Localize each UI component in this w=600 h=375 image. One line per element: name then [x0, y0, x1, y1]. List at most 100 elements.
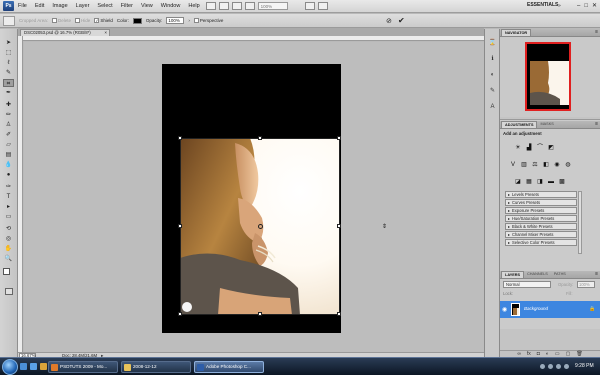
color-swatches[interactable] [3, 268, 15, 280]
minimize-button[interactable]: – [577, 2, 580, 10]
menu-image[interactable]: Image [48, 3, 71, 9]
list-item[interactable]: ▸ Curves Presets [505, 199, 577, 206]
taskbar-window-psdtuts[interactable]: PSDTUTS 2009 - Mo... [48, 361, 118, 373]
vibrance-icon[interactable]: V [509, 162, 517, 169]
quick-mask-icon[interactable] [5, 288, 13, 295]
menu-layer[interactable]: Layer [72, 3, 94, 9]
color-balance-icon[interactable]: ⚖ [531, 162, 539, 169]
show-desktop-icon[interactable] [20, 363, 27, 370]
list-item[interactable]: ▸ Levels Presets [505, 191, 577, 198]
presets-scrollbar[interactable] [578, 191, 582, 254]
crop-handle-top[interactable] [258, 136, 262, 140]
taskbar-clock[interactable]: 9:28 PM [575, 363, 594, 369]
zoom-level-select[interactable]: 100% [257, 2, 288, 10]
battery-icon[interactable] [564, 364, 569, 369]
layer-name[interactable]: Background [524, 306, 548, 311]
tab-channels[interactable]: CHANNELS [524, 271, 551, 278]
hand-tool-icon[interactable]: ✋ [3, 245, 14, 253]
launch-minibridge-icon[interactable] [218, 2, 229, 10]
layer-row-background[interactable]: ◉ Background 🔒 [500, 301, 600, 318]
gradient-map-icon[interactable]: ▬ [547, 179, 555, 186]
hue-saturation-icon[interactable]: ▥ [520, 162, 528, 169]
list-item[interactable]: ▸ Hue/Saturation Presets [505, 215, 577, 222]
move-tool-icon[interactable]: ➤ [3, 39, 14, 47]
menu-view[interactable]: View [137, 3, 157, 9]
shape-tool-icon[interactable]: ▭ [3, 213, 14, 221]
quick-selection-tool-icon[interactable]: ✎ [3, 69, 14, 77]
panel-menu-icon[interactable]: ≡ [595, 121, 598, 128]
crop-handle-bottom-right[interactable] [337, 312, 341, 316]
list-item[interactable]: ▸ Black & White Presets [505, 223, 577, 230]
panel-menu-icon[interactable]: ≡ [595, 29, 598, 36]
delete-radio[interactable]: Delete [52, 18, 71, 24]
crop-handle-bottom[interactable] [258, 312, 262, 316]
dodge-tool-icon[interactable]: ● [3, 171, 14, 179]
menu-help[interactable]: Help [184, 3, 203, 9]
arrange-documents-icon[interactable] [304, 2, 315, 10]
hide-radio[interactable]: Hide [75, 18, 90, 24]
brightness-contrast-icon[interactable]: ☀ [514, 145, 522, 152]
start-button[interactable] [2, 359, 18, 375]
screen-mode-icon[interactable] [317, 2, 328, 10]
blend-mode-select[interactable]: Normal [503, 281, 551, 288]
shield-color-swatch[interactable] [132, 17, 142, 24]
chevron-right-icon[interactable]: › [188, 18, 190, 23]
perspective-checkbox[interactable]: Perspective [193, 18, 223, 24]
network-icon[interactable] [540, 364, 545, 369]
commit-crop-icon[interactable]: ✔ [398, 16, 405, 25]
foreground-color-swatch[interactable] [3, 268, 10, 275]
exposure-icon[interactable]: ◩ [547, 145, 555, 152]
tab-masks[interactable]: MASKS [537, 121, 556, 128]
eraser-tool-icon[interactable]: ▱ [3, 141, 14, 149]
history-brush-tool-icon[interactable]: ✐ [3, 131, 14, 139]
path-selection-tool-icon[interactable]: ▸ [3, 203, 14, 211]
list-item[interactable]: ▸ Exposure Presets [505, 207, 577, 214]
panel-menu-icon[interactable]: ≡ [595, 271, 598, 278]
3d-orbit-tool-icon[interactable]: ◎ [3, 235, 14, 243]
history-panel-icon[interactable]: ⌛ [488, 39, 497, 47]
photo-filter-icon[interactable]: ◉ [553, 162, 561, 169]
menu-file[interactable]: File [14, 3, 31, 9]
zoom-tool-icon[interactable]: 🔍 [3, 255, 14, 263]
cancel-crop-icon[interactable]: ⊘ [386, 17, 392, 25]
visibility-eye-icon[interactable]: ◉ [502, 306, 507, 313]
gradient-tool-icon[interactable]: ▤ [3, 151, 14, 159]
channel-mixer-icon[interactable]: ◍ [564, 162, 572, 169]
swatches-panel-icon[interactable]: ◐ [488, 71, 497, 79]
launch-bridge-icon[interactable] [205, 2, 216, 10]
document-tab[interactable]: DSC02053.psd @ 16.7% (RGB/8*) × [20, 29, 110, 36]
workspace-switcher[interactable]: ESSENTIALS [527, 2, 558, 8]
character-panel-icon[interactable]: A [488, 103, 497, 111]
menu-filter[interactable]: Filter [117, 3, 137, 9]
opacity-input[interactable]: 100% [166, 17, 185, 24]
security-icon[interactable] [556, 364, 561, 369]
shield-checkbox[interactable]: Shield [94, 18, 113, 24]
curves-icon[interactable]: ⌒ [536, 145, 544, 152]
type-tool-icon[interactable]: T [3, 193, 14, 201]
blur-tool-icon[interactable]: 💧 [3, 161, 14, 169]
navigator-view-box[interactable] [525, 42, 571, 111]
tab-navigator[interactable]: NAVIGATOR [501, 29, 532, 36]
crop-pivot-point[interactable] [258, 224, 263, 229]
crop-handle-right[interactable] [337, 224, 341, 228]
selective-color-icon[interactable]: ▩ [558, 179, 566, 186]
taskbar-window-photoshop[interactable]: Adobe Photoshop C... [194, 361, 264, 373]
browser-icon[interactable] [30, 363, 37, 370]
menu-edit[interactable]: Edit [31, 3, 48, 9]
marquee-tool-icon[interactable]: ⬚ [3, 49, 14, 57]
menu-select[interactable]: Select [93, 3, 116, 9]
volume-icon[interactable] [548, 364, 553, 369]
posterize-icon[interactable]: ▦ [525, 179, 533, 186]
horizontal-ruler[interactable] [18, 36, 484, 41]
maximize-button[interactable]: □ [584, 2, 588, 10]
close-button[interactable]: ✕ [592, 2, 597, 10]
crop-handle-top-left[interactable] [178, 136, 182, 140]
folder-icon[interactable] [40, 363, 47, 370]
brush-panel-icon[interactable]: ✎ [488, 87, 497, 95]
tab-paths[interactable]: PATHS [551, 271, 569, 278]
tab-adjustments[interactable]: ADJUSTMENTS [501, 121, 538, 128]
chevron-right-icon[interactable]: » [558, 3, 561, 9]
clone-stamp-tool-icon[interactable]: ♙ [3, 121, 14, 129]
lasso-tool-icon[interactable]: ℓ [3, 59, 14, 67]
crop-handle-top-right[interactable] [337, 136, 341, 140]
